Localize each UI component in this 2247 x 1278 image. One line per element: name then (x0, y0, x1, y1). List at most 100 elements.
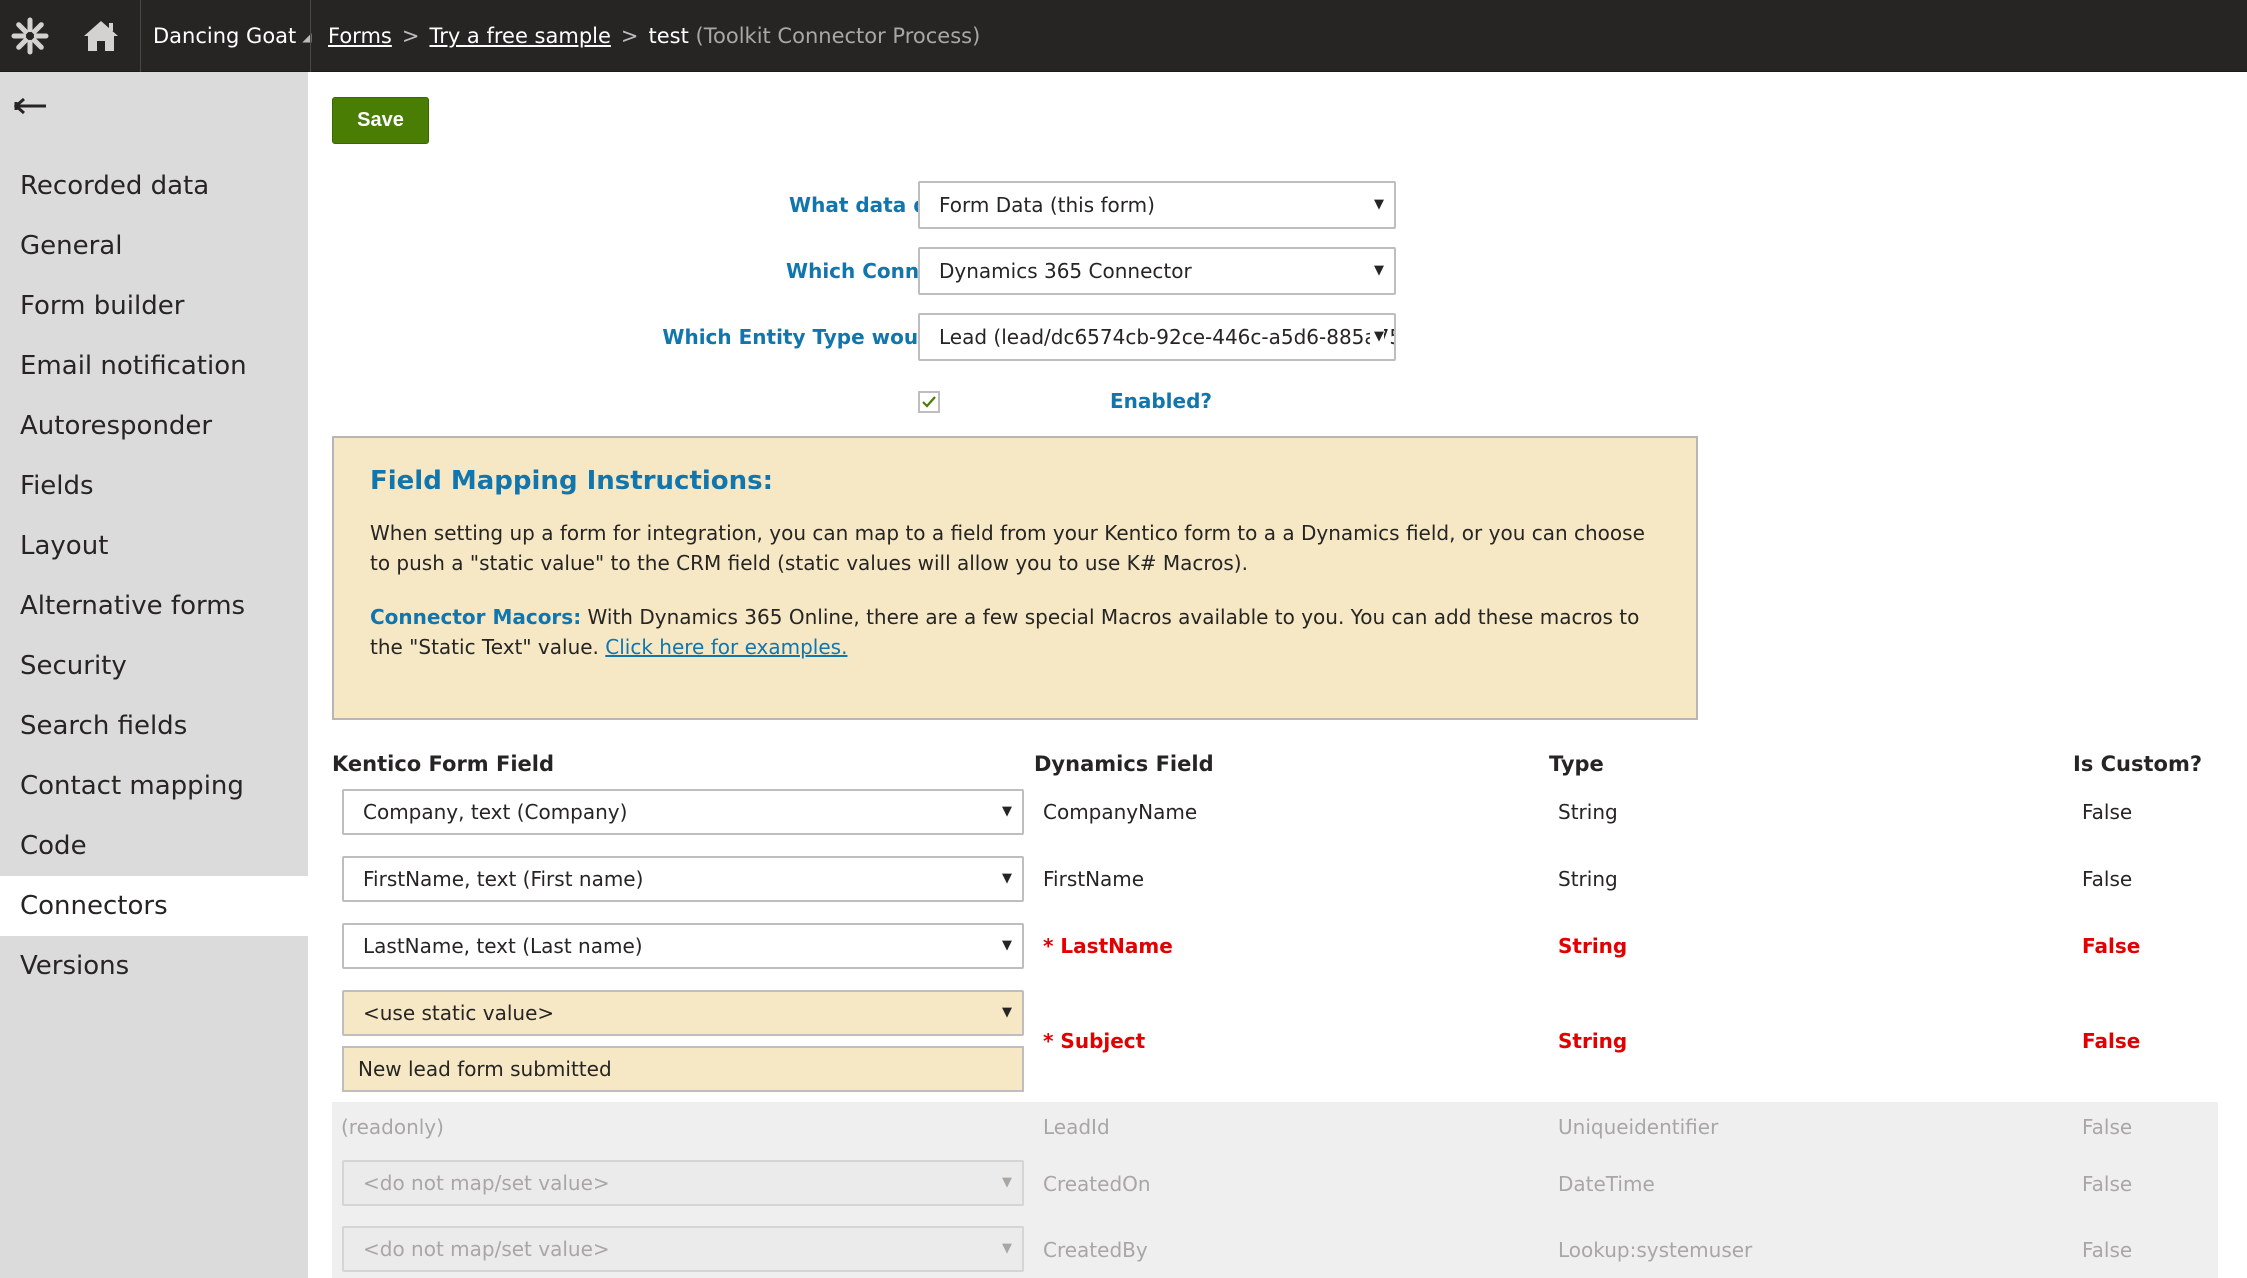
top-bar: Dancing Goat ◢ Forms > Try a free sample > te… (0, 0, 2247, 72)
dropdown-arrow-icon: ▼ (1002, 871, 1012, 886)
macros-label: Connector Macors: (370, 605, 582, 629)
enabled-label: Enabled? (1109, 389, 1212, 413)
dynamics-field-required: * Subject (1043, 1029, 1146, 1053)
dynamics-field-required: * LastName (1043, 934, 1173, 958)
is-custom: False (2082, 800, 2133, 824)
form-field-value: FirstName, text (First name) (363, 867, 644, 891)
header-dynamics-field: Dynamics Field (1034, 752, 1214, 776)
form-field-value: <use static value> (363, 1001, 555, 1025)
dynamics-field: CreatedOn (1043, 1172, 1151, 1196)
field-type: String (1558, 1029, 1628, 1053)
dropdown-arrow-icon: ▼ (1374, 263, 1384, 278)
instructions-text: When setting up a form for integration, … (370, 521, 1645, 575)
site-name: Dancing Goat (153, 24, 297, 48)
form-field-select[interactable]: FirstName, text (First name) ▼ (342, 856, 1024, 902)
macros-paragraph: Connector Macors: With Dynamics 365 Onli… (370, 602, 1660, 662)
home-icon[interactable] (70, 0, 132, 72)
connector-row: Which Connector do you want to use? Dyna… (332, 247, 1432, 295)
header-type: Type (1549, 752, 1604, 776)
connector-value: Dynamics 365 Connector (939, 259, 1192, 283)
breadcrumb-current: test (648, 24, 689, 48)
dropdown-arrow-icon: ▼ (1374, 197, 1384, 212)
dropdown-arrow-icon: ▼ (1002, 1175, 1012, 1190)
sidebar: Recorded data General Form builder Email… (0, 72, 308, 1278)
divider (140, 0, 141, 72)
field-type: DateTime (1558, 1172, 1655, 1196)
form-field-select-disabled: <do not map/set value> ▼ (342, 1226, 1024, 1272)
save-button[interactable]: Save (332, 97, 429, 144)
sidebar-item-contact-mapping[interactable]: Contact mapping (0, 756, 308, 816)
header-is-custom: Is Custom? (2073, 752, 2203, 776)
sidebar-item-recorded-data[interactable]: Recorded data (0, 156, 308, 216)
is-custom: False (2082, 1172, 2133, 1196)
breadcrumb-sample-link[interactable]: Try a free sample (429, 24, 610, 48)
form-field-readonly: (readonly) (341, 1115, 444, 1139)
checkmark-icon (922, 396, 936, 408)
sidebar-item-code[interactable]: Code (0, 816, 308, 876)
chevron-right-icon: > (401, 24, 420, 48)
field-type: Uniqueidentifier (1558, 1115, 1719, 1139)
entity-select[interactable]: Lead (lead/dc6574cb-92ce-446c-a5d6-885a7… (918, 313, 1396, 361)
site-selector[interactable]: Dancing Goat ◢ (153, 24, 312, 48)
sidebar-item-connectors[interactable]: Connectors (0, 876, 308, 936)
sidebar-item-alternative-forms[interactable]: Alternative forms (0, 576, 308, 636)
is-custom: False (2082, 867, 2133, 891)
header-form-field: Kentico Form Field (332, 752, 555, 776)
examples-link[interactable]: Click here for examples. (605, 635, 847, 659)
dynamics-field: CreatedBy (1043, 1238, 1148, 1262)
sidebar-item-search-fields[interactable]: Search fields (0, 696, 308, 756)
field-type: String (1558, 934, 1628, 958)
field-type: Lookup:systemuser (1558, 1238, 1753, 1262)
dynamics-field: CompanyName (1043, 800, 1198, 824)
is-custom: False (2082, 1238, 2133, 1262)
instructions-paragraph: When setting up a form for integration, … (370, 518, 1660, 578)
form-field-select[interactable]: Company, text (Company) ▼ (342, 789, 1024, 835)
chevron-right-icon: > (620, 24, 639, 48)
form-field-value: <do not map/set value> (363, 1171, 610, 1195)
form-field-value: LastName, text (Last name) (363, 934, 643, 958)
sidebar-item-email-notification[interactable]: Email notification (0, 336, 308, 396)
dropdown-arrow-icon: ▼ (1370, 315, 1384, 359)
is-custom: False (2082, 1029, 2141, 1053)
sidebar-item-layout[interactable]: Layout (0, 516, 308, 576)
breadcrumb-current-suffix: (Toolkit Connector Process) (695, 24, 981, 48)
instructions-title: Field Mapping Instructions: (370, 466, 774, 496)
static-value-input[interactable]: New lead form submitted (342, 1046, 1024, 1092)
dropdown-arrow-icon: ▼ (1002, 1005, 1012, 1020)
sidebar-item-security[interactable]: Security (0, 636, 308, 696)
field-type: String (1558, 800, 1618, 824)
connector-select[interactable]: Dynamics 365 Connector ▼ (918, 247, 1396, 295)
dynamics-field: LeadId (1043, 1115, 1110, 1139)
form-field-select[interactable]: LastName, text (Last name) ▼ (342, 923, 1024, 969)
field-type: String (1558, 867, 1618, 891)
data-source-row: What data do you want to send over? Form… (332, 181, 1432, 229)
entity-row: Which Entity Type would you like to add/… (332, 313, 1432, 361)
sidebar-item-versions[interactable]: Versions (0, 936, 308, 996)
breadcrumb: Forms > Try a free sample > test (Toolkit Co… (328, 24, 980, 48)
form-field-select[interactable]: <use static value> ▼ (342, 990, 1024, 1036)
sidebar-item-general[interactable]: General (0, 216, 308, 276)
sidebar-item-fields[interactable]: Fields (0, 456, 308, 516)
sidebar-item-autoresponder[interactable]: Autoresponder (0, 396, 308, 456)
enabled-checkbox[interactable] (918, 391, 940, 413)
breadcrumb-forms-link[interactable]: Forms (328, 24, 392, 48)
sidebar-item-form-builder[interactable]: Form builder (0, 276, 308, 336)
divider (310, 0, 311, 72)
is-custom: False (2082, 1115, 2133, 1139)
form-field-value: Company, text (Company) (363, 800, 628, 824)
is-custom: False (2082, 934, 2141, 958)
enabled-row: Enabled? (332, 377, 1432, 425)
sidebar-nav: Recorded data General Form builder Email… (0, 156, 308, 996)
dynamics-field: FirstName (1043, 867, 1145, 891)
data-source-value: Form Data (this form) (939, 193, 1155, 217)
entity-value: Lead (lead/dc6574cb-92ce-446c-a5d6-885a7… (939, 325, 1396, 349)
field-mapping-instructions: Field Mapping Instructions: When setting… (332, 436, 1698, 720)
kentico-logo-icon[interactable] (0, 0, 60, 72)
dropdown-arrow-icon: ▼ (1002, 804, 1012, 819)
form-field-value: <do not map/set value> (363, 1237, 610, 1261)
dropdown-arrow-icon: ▼ (1002, 938, 1012, 953)
data-source-select[interactable]: Form Data (this form) ▼ (918, 181, 1396, 229)
back-arrow-icon[interactable] (14, 92, 50, 120)
form-field-select-disabled: <do not map/set value> ▼ (342, 1160, 1024, 1206)
dropdown-arrow-icon: ▼ (1002, 1241, 1012, 1256)
